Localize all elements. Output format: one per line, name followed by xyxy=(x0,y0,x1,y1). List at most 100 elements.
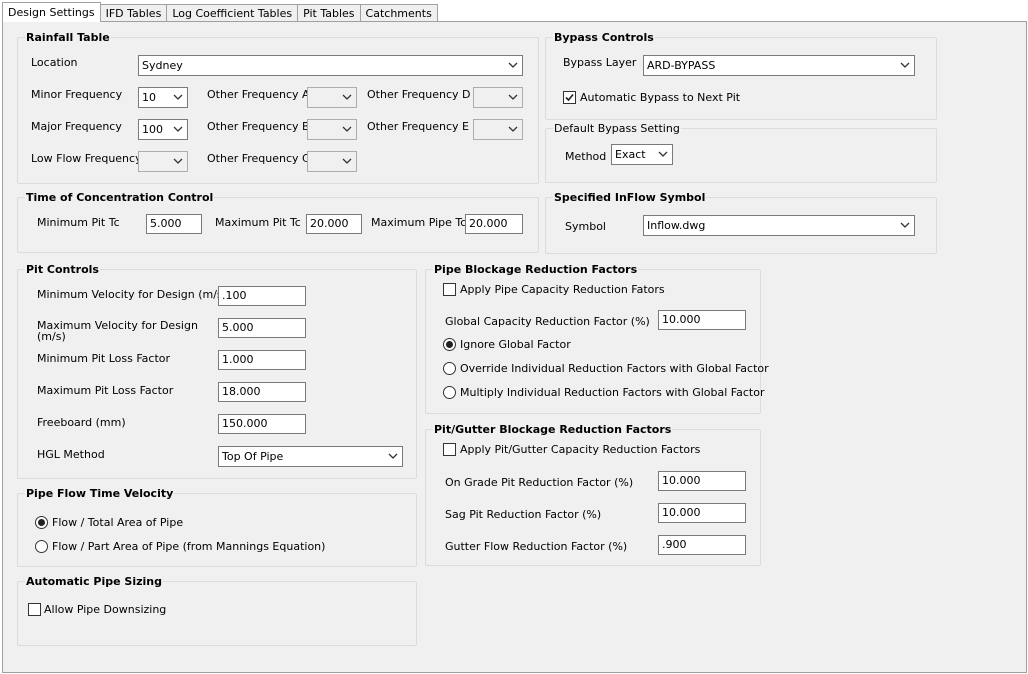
radio-selected-dot xyxy=(446,341,453,348)
major-frequency-value: 100 xyxy=(142,123,163,136)
chevron-down-icon xyxy=(173,94,183,100)
apply-pipe-capacity-checkbox[interactable] xyxy=(443,283,456,296)
sag-pit-input[interactable]: 10.000 xyxy=(658,503,746,523)
other-frequency-d-select[interactable] xyxy=(473,87,523,108)
min-pit-loss-input[interactable]: 1.000 xyxy=(218,350,306,370)
pit-gutter-blockage-title: Pit/Gutter Blockage Reduction Factors xyxy=(433,423,673,436)
bypass-layer-value: ARD-BYPASS xyxy=(647,59,716,72)
apply-pipe-capacity-label: Apply Pipe Capacity Reduction Fators xyxy=(460,283,665,296)
other-frequency-a-label: Other Frequency A xyxy=(207,88,310,101)
gutter-flow-label: Gutter Flow Reduction Factor (%) xyxy=(445,540,628,553)
location-label: Location xyxy=(31,56,78,69)
checkmark-icon xyxy=(565,93,574,102)
flow-total-area-label: Flow / Total Area of Pipe xyxy=(52,516,184,529)
method-value: Exact xyxy=(615,148,646,161)
max-pipe-tc-input[interactable]: 20.000 xyxy=(465,214,523,234)
tab-pit-tables[interactable]: Pit Tables xyxy=(297,4,361,22)
design-settings-panel: Rainfall Table Location Sydney Minor Fre… xyxy=(2,21,1027,673)
flow-total-area-radio[interactable] xyxy=(35,516,48,529)
min-pit-tc-label: Minimum Pit Tc xyxy=(37,216,120,229)
chevron-down-icon xyxy=(342,126,352,132)
max-pit-loss-label: Maximum Pit Loss Factor xyxy=(37,384,174,397)
radio-selected-dot xyxy=(38,519,45,526)
other-frequency-c-label: Other Frequency C xyxy=(207,152,310,165)
auto-pipe-sizing-title: Automatic Pipe Sizing xyxy=(25,575,163,588)
other-frequency-e-label: Other Frequency E xyxy=(367,120,470,133)
symbol-label: Symbol xyxy=(565,220,606,233)
chevron-down-icon xyxy=(508,94,518,100)
chevron-down-icon xyxy=(342,158,352,164)
freeboard-input[interactable]: 150.000 xyxy=(218,414,306,434)
max-velocity-label: Maximum Velocity for Design (m/s) xyxy=(37,319,198,343)
ignore-global-factor-label: Ignore Global Factor xyxy=(460,338,571,351)
minor-frequency-select[interactable]: 10 xyxy=(138,87,188,108)
max-pipe-tc-label: Maximum Pipe Tc xyxy=(371,216,467,229)
hgl-method-value: Top Of Pipe xyxy=(222,450,284,463)
max-pit-tc-label: Maximum Pit Tc xyxy=(215,216,301,229)
default-bypass-title: Default Bypass Setting xyxy=(553,122,681,135)
global-capacity-input[interactable]: 10.000 xyxy=(658,310,746,330)
toc-title: Time of Concentration Control xyxy=(25,191,215,204)
sag-pit-label: Sag Pit Reduction Factor (%) xyxy=(445,508,602,521)
major-frequency-select[interactable]: 100 xyxy=(138,119,188,140)
minor-frequency-label: Minor Frequency xyxy=(31,88,123,101)
chevron-down-icon xyxy=(173,126,183,132)
on-grade-pit-label: On Grade Pit Reduction Factor (%) xyxy=(445,476,634,489)
max-velocity-input[interactable]: 5.000 xyxy=(218,318,306,338)
tab-catchments[interactable]: Catchments xyxy=(359,4,438,22)
tab-log-coefficient-tables[interactable]: Log Coefficient Tables xyxy=(166,4,299,22)
apply-pit-gutter-checkbox[interactable] xyxy=(443,443,456,456)
apply-pit-gutter-label: Apply Pit/Gutter Capacity Reduction Fact… xyxy=(460,443,701,456)
chevron-down-icon xyxy=(342,94,352,100)
chevron-down-icon xyxy=(173,158,183,164)
major-frequency-label: Major Frequency xyxy=(31,120,122,133)
flow-part-area-radio[interactable] xyxy=(35,540,48,553)
chevron-down-icon xyxy=(388,453,398,459)
method-select[interactable]: Exact xyxy=(611,144,673,165)
rainfall-table-title: Rainfall Table xyxy=(25,31,111,44)
tab-design-settings[interactable]: Design Settings xyxy=(2,2,101,22)
bypass-layer-label: Bypass Layer xyxy=(563,56,637,69)
tab-ifd-tables[interactable]: IFD Tables xyxy=(99,4,168,22)
pipe-flow-group xyxy=(17,493,417,567)
other-frequency-c-select[interactable] xyxy=(307,151,357,172)
pipe-blockage-title: Pipe Blockage Reduction Factors xyxy=(433,263,639,276)
min-velocity-label: Minimum Velocity for Design (m/s) xyxy=(37,288,227,301)
chevron-down-icon xyxy=(658,151,668,157)
inflow-symbol-title: Specified InFlow Symbol xyxy=(553,191,707,204)
automatic-bypass-label: Automatic Bypass to Next Pit xyxy=(580,91,741,104)
minor-frequency-value: 10 xyxy=(142,91,156,104)
other-frequency-a-select[interactable] xyxy=(307,87,357,108)
min-pit-tc-input[interactable]: 5.000 xyxy=(146,214,202,234)
gutter-flow-input[interactable]: .900 xyxy=(658,535,746,555)
other-frequency-d-label: Other Frequency D xyxy=(367,88,471,101)
chevron-down-icon xyxy=(508,126,518,132)
symbol-select[interactable]: Inflow.dwg xyxy=(643,215,915,236)
symbol-value: Inflow.dwg xyxy=(647,219,706,232)
other-frequency-e-select[interactable] xyxy=(473,119,523,140)
on-grade-pit-input[interactable]: 10.000 xyxy=(658,471,746,491)
automatic-bypass-checkbox[interactable] xyxy=(563,91,576,104)
location-select[interactable]: Sydney xyxy=(138,55,523,76)
low-flow-frequency-select[interactable] xyxy=(138,151,188,172)
max-pit-tc-input[interactable]: 20.000 xyxy=(306,214,362,234)
bypass-layer-select[interactable]: ARD-BYPASS xyxy=(643,55,915,76)
ignore-global-factor-radio[interactable] xyxy=(443,338,456,351)
min-pit-loss-label: Minimum Pit Loss Factor xyxy=(37,352,171,365)
hgl-method-label: HGL Method xyxy=(37,448,105,461)
min-velocity-input[interactable]: .100 xyxy=(218,286,306,306)
pipe-flow-title: Pipe Flow Time Velocity xyxy=(25,487,175,500)
freeboard-label: Freeboard (mm) xyxy=(37,416,126,429)
override-individual-label: Override Individual Reduction Factors wi… xyxy=(460,362,769,375)
override-individual-radio[interactable] xyxy=(443,362,456,375)
bypass-controls-title: Bypass Controls xyxy=(553,31,655,44)
method-label: Method xyxy=(565,150,607,163)
hgl-method-select[interactable]: Top Of Pipe xyxy=(218,446,403,467)
max-pit-loss-input[interactable]: 18.000 xyxy=(218,382,306,402)
allow-downsizing-label: Allow Pipe Downsizing xyxy=(44,603,167,616)
multiply-individual-label: Multiply Individual Reduction Factors wi… xyxy=(460,386,765,399)
allow-downsizing-checkbox[interactable] xyxy=(28,603,41,616)
multiply-individual-radio[interactable] xyxy=(443,386,456,399)
chevron-down-icon xyxy=(900,222,910,228)
other-frequency-b-select[interactable] xyxy=(307,119,357,140)
